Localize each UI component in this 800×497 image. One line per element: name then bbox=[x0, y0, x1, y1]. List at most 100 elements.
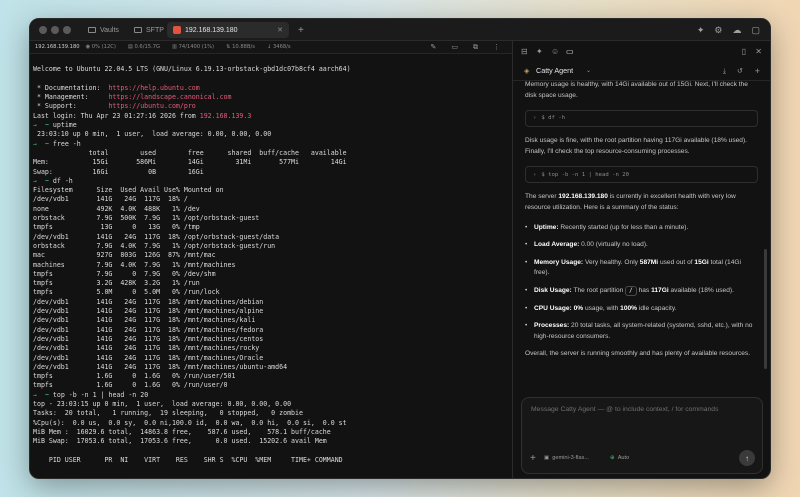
terminal-line: tmpfs 7.9G 0 7.9G 0% /dev/shm bbox=[33, 269, 216, 278]
terminal-line: %Cpu(s): 0.0 us, 0.0 sy, 0.0 ni,100.0 id… bbox=[33, 418, 347, 427]
new-tab-button[interactable]: + bbox=[292, 22, 310, 38]
brush-icon[interactable]: ✎ bbox=[431, 43, 437, 52]
summary-item-load: Load Average: 0.00 (virtually no load). bbox=[525, 240, 758, 251]
download-icon[interactable]: ⤓ bbox=[723, 66, 726, 76]
status-net: ⇅ 10.88B/s bbox=[226, 44, 255, 50]
terminal-line: orbstack 7.9G 500K 7.9G 1% /opt/orbstack… bbox=[33, 214, 260, 223]
terminal-line: Tasks: 20 total, 1 running, 19 sleeping,… bbox=[33, 409, 303, 418]
terminal-prompt-line: → ~ free -h bbox=[33, 139, 81, 148]
terminal-line: /dev/vdb1 141G 24G 117G 18% /mnt/machine… bbox=[33, 297, 264, 306]
summary-item-disk: Disk Usage: The root partition / has 117… bbox=[525, 285, 758, 297]
mode-icon: ⊕ bbox=[610, 455, 615, 461]
terminal-line: machines 7.9G 4.0K 7.9G 1% /mnt/machines bbox=[33, 260, 236, 269]
terminal-line: Swap: 16Gi 0B 16Gi bbox=[33, 167, 204, 176]
tool-call-top[interactable]: › $ top -b -n 1 | head -n 20 bbox=[525, 166, 758, 184]
history-icon[interactable]: ↺ bbox=[737, 66, 743, 75]
terminal-line: /dev/vdb1 141G 24G 117G 18% /mnt/machine… bbox=[33, 362, 288, 371]
terminal-line: tmpfs 5.0M 0 5.0M 0% /run/lock bbox=[33, 288, 220, 297]
ai-sparkle-icon[interactable]: ✦ bbox=[536, 47, 543, 56]
terminal-line: /dev/vdb1 141G 24G 117G 18% /opt/orbstac… bbox=[33, 232, 280, 241]
terminal-line: Filesystem Size Used Avail Use% Mounted … bbox=[33, 186, 224, 195]
terminal-prompt-line: → ~ df -h bbox=[33, 176, 73, 185]
mode-selector[interactable]: ⊕ Auto bbox=[610, 455, 629, 461]
support-link[interactable]: https://ubuntu.com/pro bbox=[108, 102, 195, 110]
app-window: Vaults SFTP 192.168.139.180 ✕ + ✦ ⚙ ☁ ▢ … bbox=[29, 18, 771, 479]
summary-item-cpu: CPU Usage: 0% usage, with 100% idle capa… bbox=[525, 304, 758, 315]
agent-scrollbar[interactable] bbox=[764, 249, 767, 369]
terminal-prompt-line: → ~ uptime bbox=[33, 121, 77, 130]
agent-message: Memory usage is healthy, with 14Gi avail… bbox=[525, 81, 748, 99]
new-chat-icon[interactable]: + bbox=[755, 66, 760, 76]
tab-vaults[interactable]: Vaults bbox=[82, 22, 125, 38]
status-mem: ▤ 0.6/15.7G bbox=[127, 44, 161, 50]
status-cpu: ◉ 0% (12C) bbox=[85, 44, 116, 50]
terminal-line: orbstack 7.9G 4.0K 7.9G 1% /opt/orbstack… bbox=[33, 241, 276, 250]
agent-conversation[interactable]: Memory usage is healthy, with 14Gi avail… bbox=[513, 81, 770, 411]
terminal-line: /dev/vdb1 141G 24G 117G 18% /mnt/machine… bbox=[33, 344, 260, 353]
folder-icon[interactable]: ▭ bbox=[451, 43, 458, 52]
tool-call-df[interactable]: › $ df -h bbox=[525, 110, 758, 128]
doc-link[interactable]: https://help.ubuntu.com bbox=[108, 84, 199, 92]
management-link[interactable]: https://landscape.canonical.com bbox=[108, 93, 231, 101]
terminal-line: none 492K 4.0K 488K 1% /dev bbox=[33, 204, 200, 213]
message-input[interactable]: Message Catty Agent — @ to include conte… bbox=[531, 406, 718, 413]
maximize-window-button[interactable] bbox=[63, 26, 71, 34]
terminal-line: /dev/vdb1 141G 24G 117G 18% /mnt/machine… bbox=[33, 316, 256, 325]
tab-label: 192.168.139.180 bbox=[185, 26, 238, 34]
cat-icon: ◈ bbox=[524, 66, 530, 75]
summary-item-processes: Processes: 20 total tasks, all system-re… bbox=[525, 321, 758, 342]
sidebar-toggle-icon[interactable]: ⊟ bbox=[521, 47, 528, 56]
add-attachment-icon[interactable]: + bbox=[530, 453, 536, 464]
tab-label: SFTP bbox=[146, 26, 164, 34]
more-icon[interactable]: ⋮ bbox=[493, 43, 500, 52]
tab-label: Vaults bbox=[100, 26, 119, 34]
terminal-line: * Management: https://landscape.canonica… bbox=[33, 93, 232, 102]
agent-title[interactable]: Catty Agent bbox=[536, 66, 573, 75]
terminal-line: /dev/vdb1 141G 24G 117G 18% /mnt/machine… bbox=[33, 325, 264, 334]
terminal-line: Welcome to Ubuntu 22.04.5 LTS (GNU/Linux… bbox=[33, 65, 351, 74]
terminal-line: 23:03:10 up 0 min, 1 user, load average:… bbox=[33, 130, 272, 139]
terminal-icon bbox=[173, 26, 181, 34]
agent-closing: Overall, the server is running smoothly … bbox=[525, 350, 751, 358]
message-input-box[interactable]: Message Catty Agent — @ to include conte… bbox=[521, 397, 763, 474]
terminal-line: /dev/vdb1 141G 24G 117G 18% / bbox=[33, 195, 188, 204]
model-selector[interactable]: ▣ gemini-3-flas... bbox=[544, 455, 589, 461]
panel-layout-icon[interactable]: ▯ bbox=[742, 47, 746, 56]
close-window-button[interactable] bbox=[39, 26, 47, 34]
agent-header: ◈ Catty Agent ⌄ ⤓ ↺ + bbox=[513, 61, 770, 81]
terminal-line: * Documentation: https://help.ubuntu.com bbox=[33, 83, 200, 92]
tab-sftp[interactable]: SFTP bbox=[128, 22, 170, 38]
terminal-line: total used free shared buff/cache availa… bbox=[33, 148, 347, 157]
layout-icon[interactable]: ▢ bbox=[751, 25, 760, 36]
terminal-line: /dev/vdb1 141G 24G 117G 18% /mnt/machine… bbox=[33, 353, 264, 362]
terminal-output[interactable]: Welcome to Ubuntu 22.04.5 LTS (GNU/Linux… bbox=[33, 56, 511, 478]
emoji-icon[interactable]: ☺ bbox=[551, 47, 559, 56]
chevron-down-icon[interactable]: ⌄ bbox=[586, 67, 591, 74]
summary-item-memory: Memory Usage: Very healthy. Only 587Mi u… bbox=[525, 258, 758, 279]
close-tab-icon[interactable]: ✕ bbox=[277, 26, 283, 34]
gear-icon[interactable]: ⚙ bbox=[714, 25, 722, 36]
tab-terminal-session[interactable]: 192.168.139.180 ✕ bbox=[167, 22, 289, 38]
ai-sparkle-icon[interactable]: ✦ bbox=[697, 25, 705, 36]
close-panel-icon[interactable]: ✕ bbox=[755, 47, 762, 56]
terminal-line: /dev/vdb1 141G 24G 117G 18% /mnt/machine… bbox=[33, 307, 264, 316]
model-icon: ▣ bbox=[544, 455, 550, 461]
cloud-icon[interactable]: ☁ bbox=[732, 25, 741, 36]
side-panel-toolbar: ⊟ ✦ ☺ ▭ ▯ ✕ bbox=[513, 41, 770, 61]
titlebar-actions: ✦ ⚙ ☁ ▢ bbox=[697, 23, 760, 37]
chevron-right-icon: › bbox=[533, 171, 537, 178]
terminal-line: PID USER PR NI VIRT RES SHR S %CPU %MEM … bbox=[33, 455, 343, 464]
agent-summary: The server 192.168.139.180 is currently … bbox=[525, 193, 736, 211]
minimize-window-button[interactable] bbox=[51, 26, 59, 34]
agent-message: Disk usage is fine, with the root partit… bbox=[525, 137, 747, 155]
terminal-line: tmpfs 1.6G 0 1.6G 0% /run/user/0 bbox=[33, 381, 228, 390]
copy-icon[interactable]: ⧉ bbox=[473, 43, 478, 52]
title-bar: Vaults SFTP 192.168.139.180 ✕ + ✦ ⚙ ☁ ▢ bbox=[30, 19, 770, 41]
chat-icon[interactable]: ▭ bbox=[566, 47, 574, 56]
send-button[interactable]: ↑ bbox=[739, 450, 755, 466]
terminal-line: * Support: https://ubuntu.com/pro bbox=[33, 102, 196, 111]
terminal-tools: ✎ ▭ ⧉ ⋮ bbox=[431, 43, 507, 52]
status-disk: ▥ 74/1400 (1%) bbox=[172, 44, 215, 50]
terminal-line: tmpfs 3.2G 428K 3.2G 1% /run bbox=[33, 279, 200, 288]
terminal-line: tmpfs 1.6G 0 1.6G 0% /run/user/501 bbox=[33, 372, 236, 381]
